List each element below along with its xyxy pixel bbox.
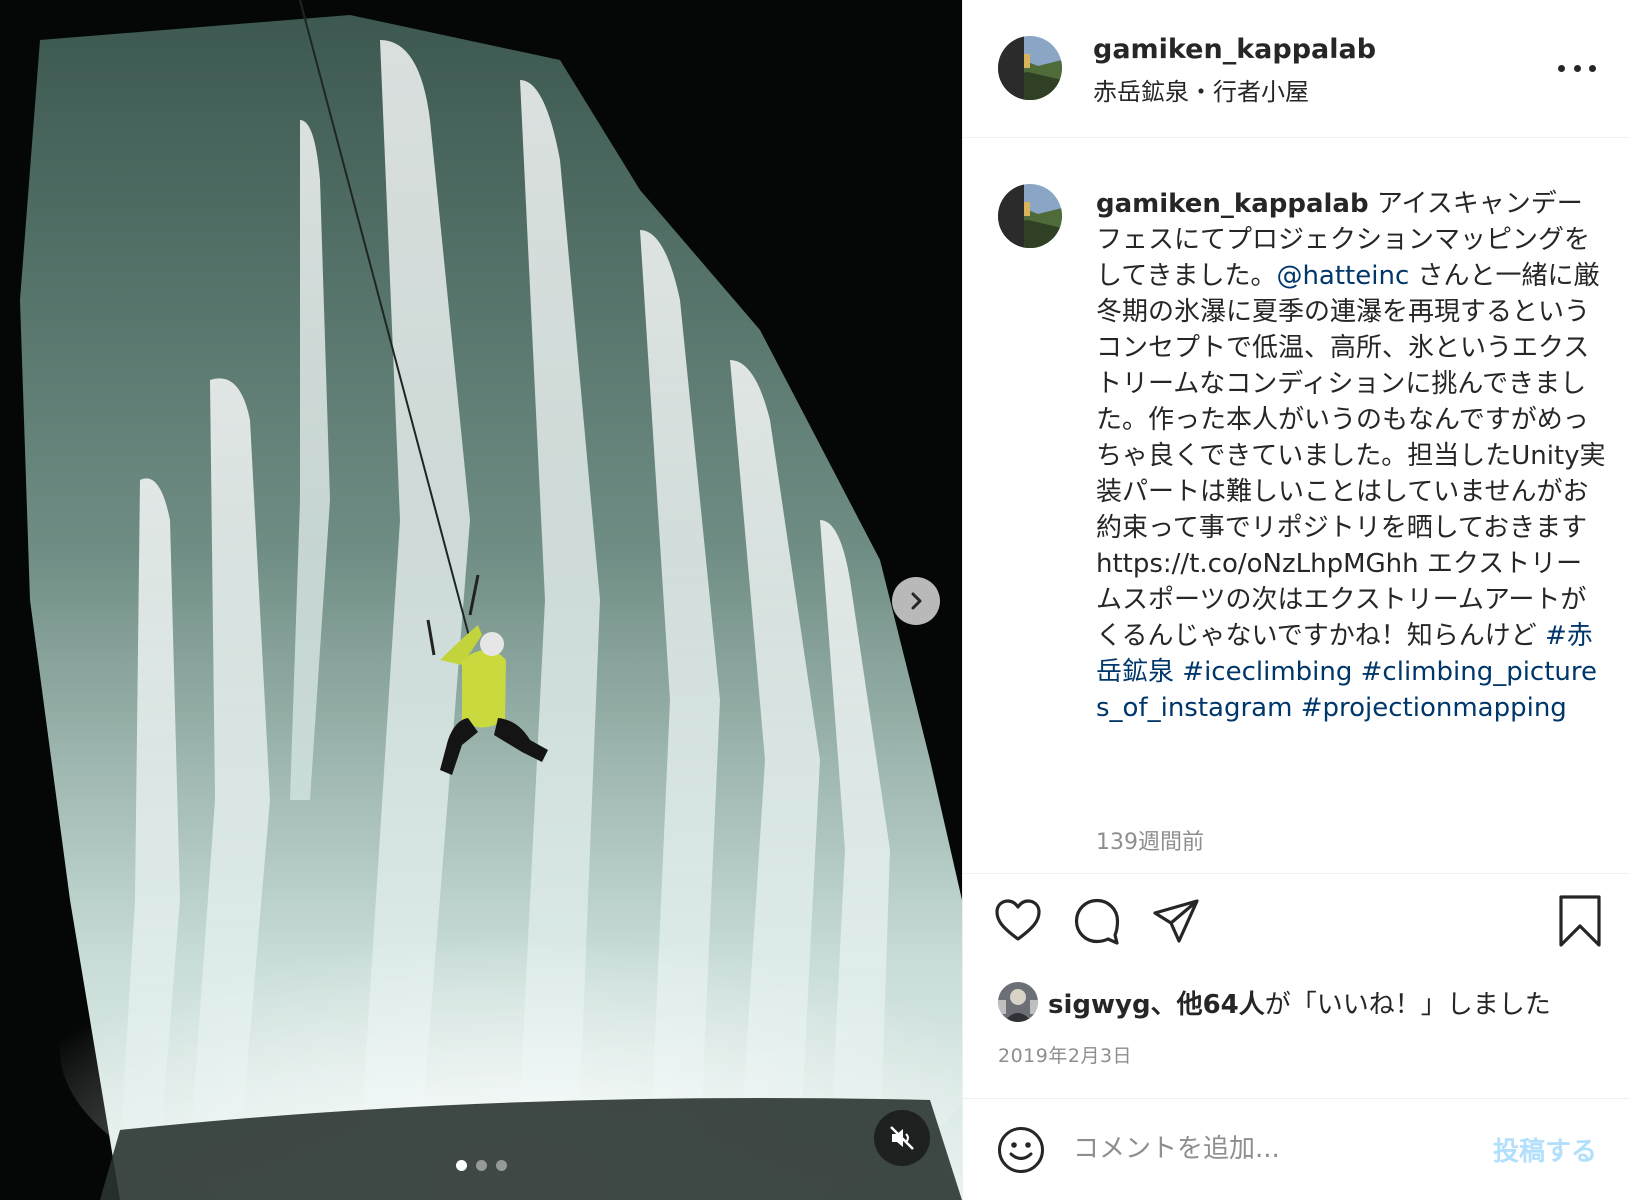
caption-username[interactable]: gamiken_kappalab: [1096, 189, 1369, 219]
carousel-indicator: [456, 1160, 507, 1171]
caption-text: さんと一緒に厳冬期の氷瀑に夏季の連瀑を再現するというコンセプトで低温、高所、氷と…: [1096, 261, 1606, 543]
chevron-right-icon: [911, 592, 922, 610]
mute-toggle-button[interactable]: [874, 1110, 930, 1166]
emoji-icon: [998, 1127, 1044, 1173]
hashtag-link[interactable]: #iceclimbing: [1182, 657, 1352, 687]
hashtag-link[interactable]: #projectionmapping: [1301, 693, 1567, 723]
more-options-icon[interactable]: [1558, 56, 1596, 80]
post-media[interactable]: [0, 0, 962, 1200]
profile-photo: [998, 184, 1062, 248]
post-date[interactable]: 2019年2月3日: [998, 1041, 1132, 1068]
next-slide-button[interactable]: [892, 577, 940, 625]
like-button[interactable]: [993, 896, 1043, 950]
ice-waterfall-photo: [0, 0, 962, 1200]
caption-section: gamiken_kappalab アイスキャンデーフェスにてプロジェクションマッ…: [963, 138, 1629, 874]
avatar[interactable]: [998, 36, 1062, 100]
caption-url: https://t.co/oNzLhpMGhh: [1096, 549, 1419, 579]
post-header: gamiken_kappalab 赤岳鉱泉・行者小屋: [963, 0, 1629, 138]
heart-icon: [995, 899, 1041, 941]
post-caption: gamiken_kappalab アイスキャンデーフェスにてプロジェクションマッ…: [1096, 186, 1606, 726]
likes-connector: 、: [1150, 989, 1177, 1020]
share-icon: [1153, 899, 1199, 943]
caption-time-ago[interactable]: 139週間前: [1096, 824, 1204, 856]
comment-bar: 投稿する: [963, 1098, 1629, 1200]
share-button[interactable]: [1151, 896, 1201, 950]
comment-button[interactable]: [1072, 896, 1122, 950]
avatar[interactable]: [998, 982, 1038, 1022]
likes-summary: sigwyg、他64人が「いいね！」しました: [998, 982, 1551, 1022]
carousel-dot: [496, 1160, 507, 1171]
carousel-dot: [476, 1160, 487, 1171]
comment-input[interactable]: [1073, 1127, 1473, 1171]
profile-photo: [998, 36, 1062, 100]
liker-username[interactable]: sigwyg: [1048, 990, 1151, 1020]
liker-photo: [998, 982, 1038, 1022]
comment-icon: [1074, 898, 1120, 945]
save-button[interactable]: [1557, 894, 1603, 952]
mention-link[interactable]: @hatteinc: [1276, 261, 1409, 291]
likes-text: sigwyg、他64人が「いいね！」しました: [1048, 984, 1551, 1021]
post-location[interactable]: 赤岳鉱泉・行者小屋: [1093, 72, 1309, 107]
muted-speaker-icon: [890, 1126, 914, 1150]
post-author-username[interactable]: gamiken_kappalab: [1093, 34, 1376, 65]
post-comment-button[interactable]: 投稿する: [1493, 1131, 1597, 1168]
others-count-link[interactable]: 他64人: [1177, 990, 1265, 1020]
bookmark-icon: [1559, 895, 1601, 947]
post-side-panel: gamiken_kappalab 赤岳鉱泉・行者小屋 gamiken_kappa…: [962, 0, 1629, 1200]
carousel-dot: [456, 1160, 467, 1171]
emoji-button[interactable]: [996, 1125, 1046, 1175]
action-bar: sigwyg、他64人が「いいね！」しました 2019年2月3日: [963, 874, 1629, 1099]
avatar[interactable]: [998, 184, 1062, 248]
likes-suffix: が「いいね！」しました: [1264, 989, 1551, 1020]
